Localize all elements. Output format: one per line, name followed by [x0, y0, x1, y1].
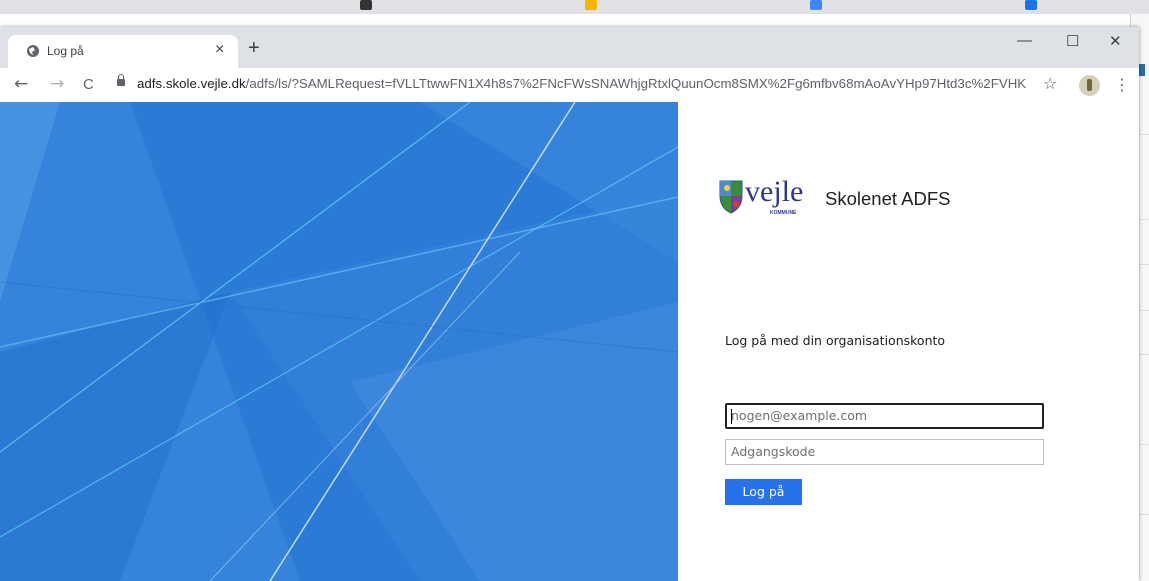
- browser-window: Log på × + — ☐ ✕ ← → C adfs.skole.vejle.…: [0, 27, 1139, 581]
- username-input[interactable]: nogen@example.com: [725, 403, 1044, 429]
- illustration-panel: [0, 102, 678, 581]
- address-bar[interactable]: adfs.skole.vejle.dk/adfs/ls/?SAMLRequest…: [137, 76, 1027, 91]
- page-content: vejle KOMMUNE Skolenet ADFS Log på med d…: [0, 102, 1139, 581]
- globe-icon: [27, 45, 39, 57]
- profile-avatar[interactable]: [1079, 75, 1100, 96]
- bookmark-star-icon[interactable]: ☆: [1043, 74, 1057, 93]
- brand-title: Skolenet ADFS: [825, 188, 951, 209]
- new-tab-button[interactable]: +: [248, 37, 260, 60]
- tab-login[interactable]: Log på ×: [8, 35, 238, 68]
- background-tab: [5, 0, 105, 14]
- username-placeholder: nogen@example.com: [731, 408, 868, 423]
- background-tab: [1025, 0, 1149, 14]
- maximize-button[interactable]: ☐: [1066, 32, 1079, 50]
- background-tab: [140, 0, 320, 14]
- lock-icon[interactable]: [117, 74, 125, 86]
- back-button[interactable]: ←: [14, 74, 28, 94]
- illustration-graphic: [0, 102, 678, 581]
- background-window-tabstrip: [0, 0, 1149, 14]
- logo-text: vejle: [745, 175, 804, 208]
- forward-button[interactable]: →: [50, 74, 64, 94]
- minimize-button[interactable]: —: [1017, 32, 1032, 49]
- vejle-logo: vejle KOMMUNE: [718, 175, 808, 220]
- login-heading: Log på med din organisationskonto: [725, 333, 946, 348]
- login-panel: vejle KOMMUNE Skolenet ADFS Log på med d…: [678, 102, 1139, 581]
- background-tab: [360, 0, 560, 14]
- url-host: adfs.skole.vejle.dk: [137, 76, 246, 91]
- login-button[interactable]: Log på: [725, 479, 802, 505]
- background-tab: [810, 0, 1010, 14]
- close-window-button[interactable]: ✕: [1109, 32, 1122, 50]
- tab-title: Log på: [47, 44, 84, 58]
- password-input[interactable]: Adgangskode: [725, 439, 1044, 465]
- reload-button[interactable]: C: [83, 76, 94, 93]
- tab-close-icon[interactable]: ×: [215, 41, 224, 59]
- url-path: /adfs/ls/?SAMLRequest=fVLLTtwwFN1X4h8s7%…: [245, 76, 1027, 91]
- kebab-menu-icon[interactable]: ⋮: [1114, 75, 1130, 94]
- password-placeholder: Adgangskode: [731, 444, 816, 459]
- logo-subtext: KOMMUNE: [770, 210, 797, 216]
- browser-toolbar: ← → C adfs.skole.vejle.dk/adfs/ls/?SAMLR…: [0, 68, 1139, 103]
- tab-bar: Log på × + — ☐ ✕: [0, 27, 1139, 68]
- background-tab: [585, 0, 785, 14]
